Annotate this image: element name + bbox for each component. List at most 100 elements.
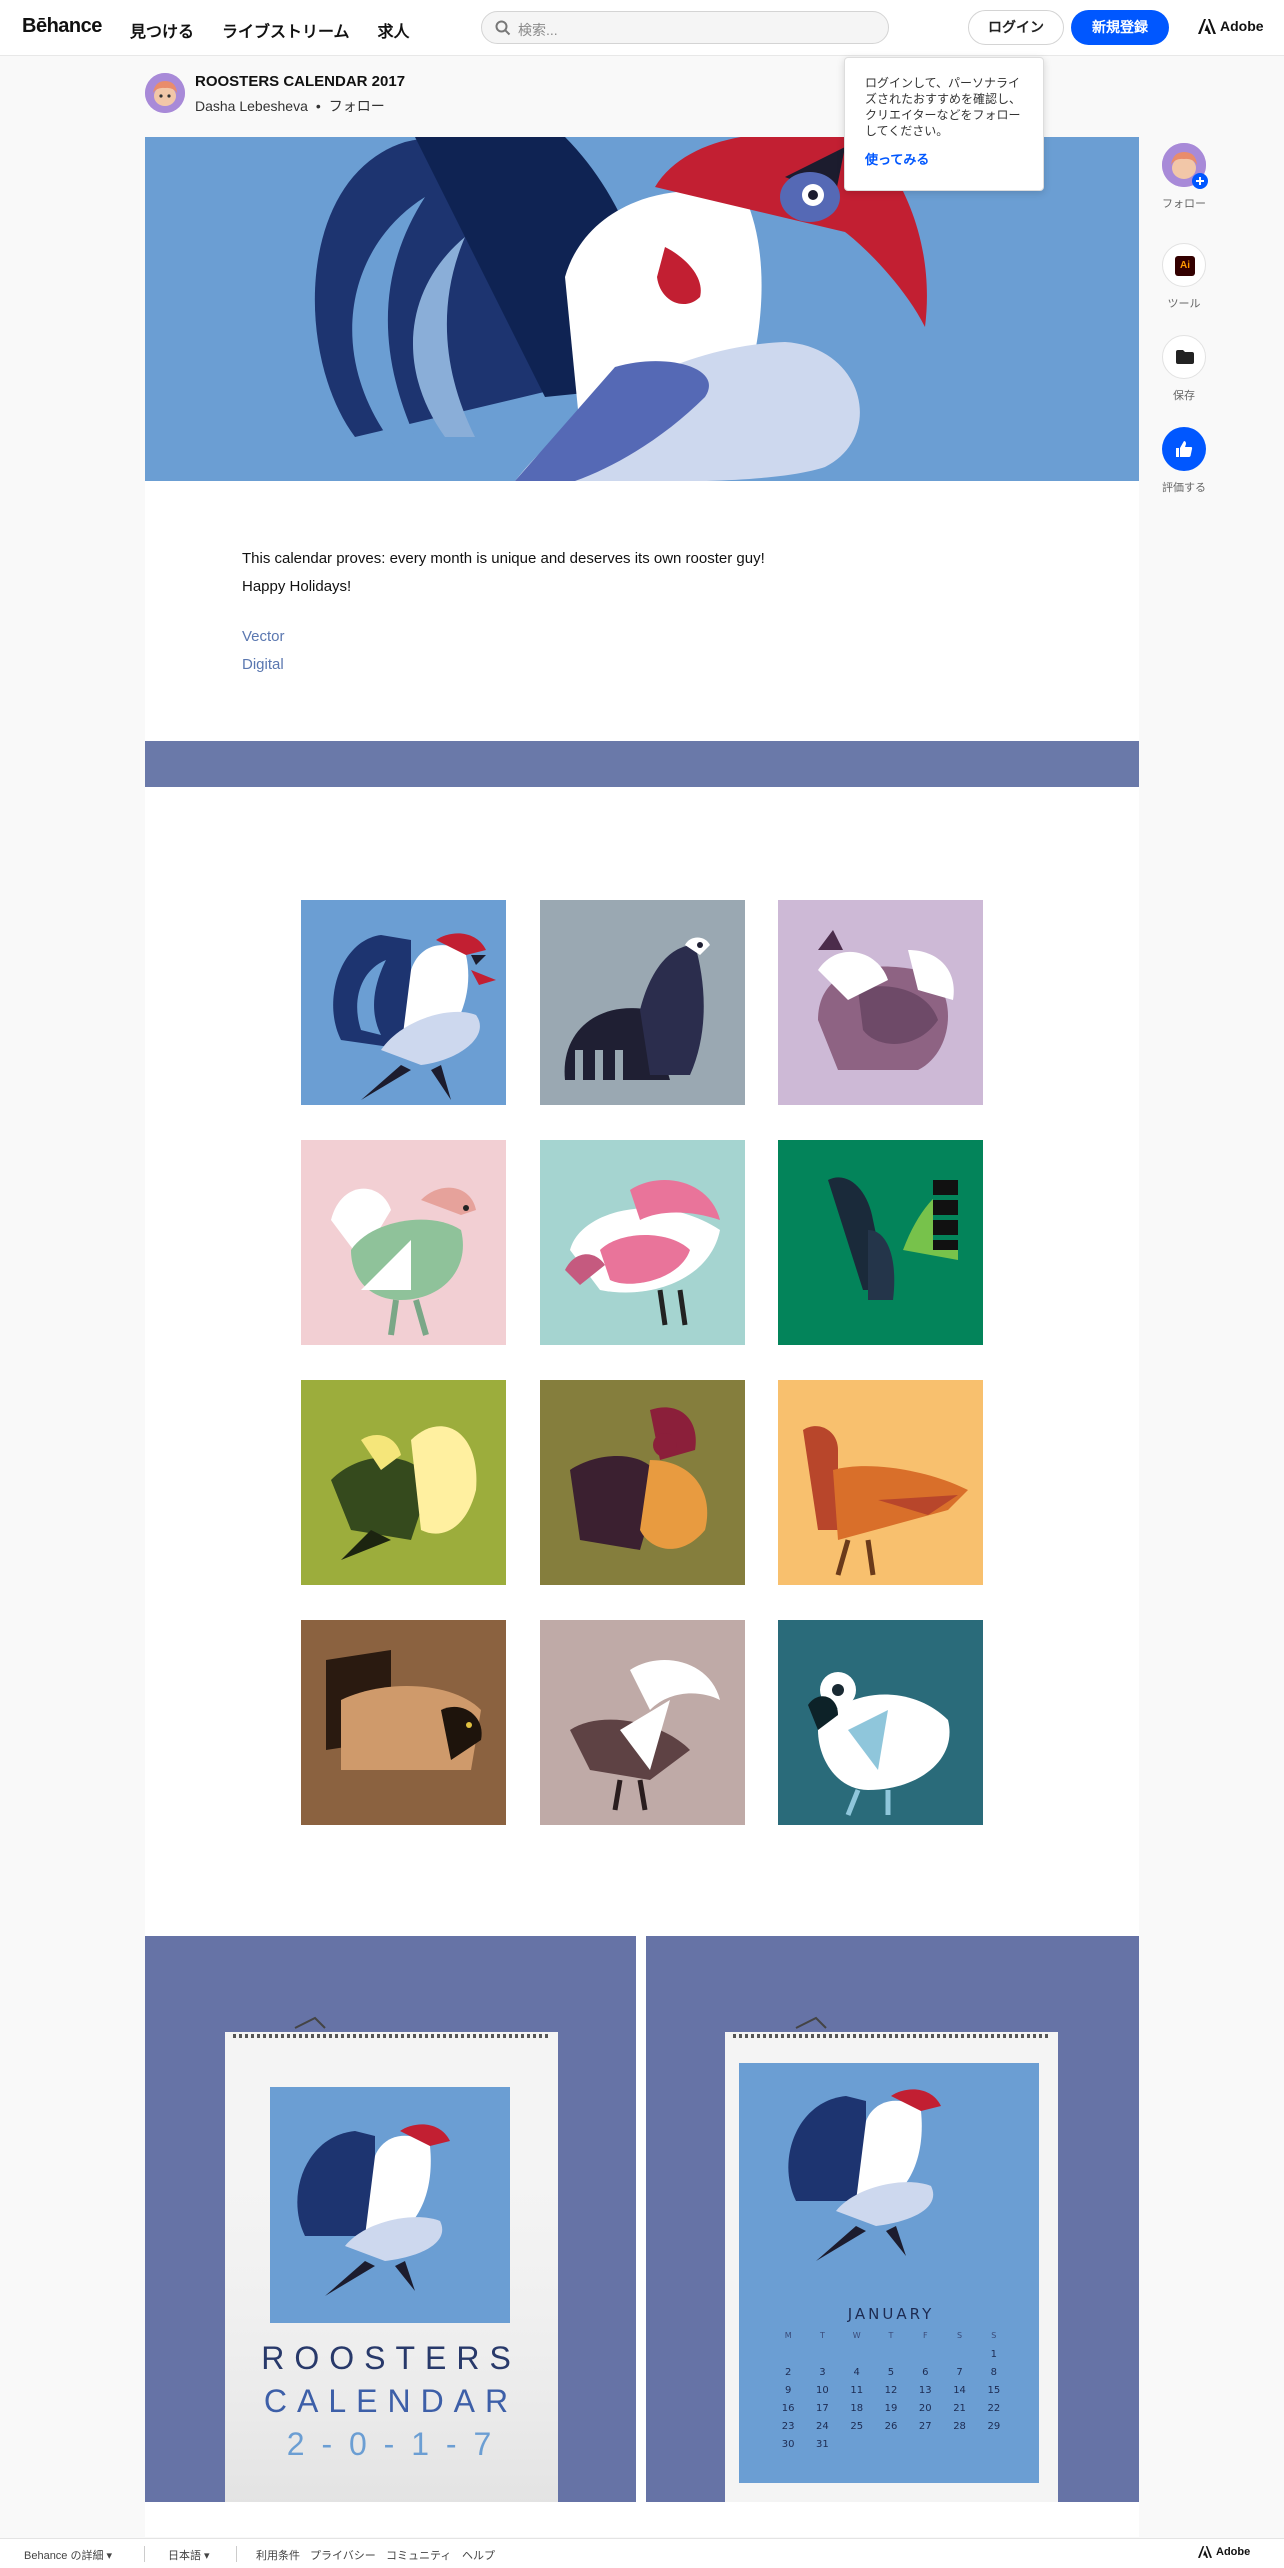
folder-icon — [1176, 350, 1194, 364]
tag-vector[interactable]: Vector — [242, 628, 285, 645]
footer-adobe-label: Adobe — [1216, 2546, 1251, 2558]
login-button[interactable]: ログイン — [968, 10, 1064, 45]
adobe-logo-icon — [1198, 18, 1216, 34]
grid-tile-12[interactable] — [778, 1620, 983, 1825]
calendar-date: 13 — [918, 2385, 932, 2396]
description-line-1: This calendar proves: every month is uni… — [242, 550, 765, 567]
rail-save[interactable]: 保存 — [1160, 335, 1208, 403]
search-placeholder: 検索... — [518, 22, 558, 38]
footer-separator — [144, 2546, 145, 2562]
calendar-weekday: W — [852, 2331, 861, 2340]
calendar-date: 21 — [953, 2403, 966, 2414]
grid-tile-10[interactable] — [301, 1620, 506, 1825]
search-icon — [495, 20, 511, 36]
grid-tile-5[interactable] — [540, 1140, 745, 1345]
rooster-blue-art — [333, 933, 496, 1100]
calendar-date: 25 — [850, 2421, 864, 2432]
rail-tools[interactable]: Ai ツール — [1160, 243, 1208, 311]
calendar-date — [908, 2346, 942, 2364]
rail-save-label: 保存 — [1173, 390, 1195, 402]
top-navigation-bar: Bēhance 見つける ライブストリーム 求人 検索... ログイン 新規登録… — [0, 0, 1284, 56]
calendar-date: 4 — [853, 2367, 860, 2378]
calendar-date: 9 — [784, 2385, 792, 2396]
calendar-weekday: T — [888, 2331, 894, 2340]
calendar-date: 22 — [987, 2403, 1001, 2414]
footer-help[interactable]: ヘルプ — [462, 2547, 495, 2563]
tooltip-text: ログインして、パーソナライズされたおすすめを確認し、クリエイターなどをフォローし… — [865, 76, 1022, 138]
project-description: This calendar proves: every month is uni… — [242, 545, 942, 601]
calendar-date — [977, 2436, 1011, 2454]
author-name[interactable]: Dasha Lebesheva — [195, 98, 308, 114]
adobe-label: Adobe — [1220, 18, 1264, 34]
calendar-date — [942, 2436, 976, 2454]
adobe-logo-icon — [1198, 2546, 1212, 2558]
follow-link[interactable]: フォロー — [329, 98, 385, 114]
project-title: ROOSTERS CALENDAR 2017 — [195, 73, 406, 90]
rail-appreciate[interactable]: 評価する — [1160, 427, 1208, 495]
calendar-date: 26 — [884, 2421, 898, 2432]
footer-terms[interactable]: 利用条件 — [256, 2547, 300, 2563]
footer-privacy[interactable]: プライバシー — [310, 2547, 376, 2563]
grid-tile-2[interactable] — [540, 900, 745, 1105]
calendar-week-row: 2 3 4 5 6 7 8 — [771, 2364, 1011, 2382]
calendar-week-row: 30 31 — [771, 2436, 1011, 2454]
footer-separator — [236, 2546, 237, 2562]
behance-logo[interactable]: Bēhance — [22, 15, 102, 38]
footer-community[interactable]: コミュニティ — [386, 2547, 451, 2563]
footer-adobe[interactable]: Adobe — [1198, 2546, 1250, 2558]
appreciate-button[interactable] — [1162, 427, 1206, 471]
rail-tools-button[interactable]: Ai — [1162, 243, 1206, 287]
illustrator-icon: Ai — [1175, 256, 1195, 276]
grid-tile-4[interactable] — [301, 1140, 506, 1345]
search-input[interactable]: 検索... — [481, 11, 889, 44]
adobe-link[interactable]: Adobe — [1198, 18, 1264, 34]
calendar-date: 11 — [850, 2385, 864, 2396]
tooltip-try-link[interactable]: 使ってみる — [865, 149, 1023, 168]
grid-tile-1[interactable] — [301, 900, 506, 1105]
calendar-date: 30 — [781, 2439, 795, 2450]
calendar-date: 1 — [990, 2349, 998, 2360]
grid-tile-3[interactable] — [778, 900, 983, 1105]
calendar-weekday: M — [784, 2331, 792, 2340]
grid-tile-9[interactable] — [778, 1380, 983, 1585]
calendar-date: 18 — [850, 2403, 864, 2414]
rail-follow-label: フォロー — [1162, 198, 1206, 210]
nav-jobs[interactable]: 求人 — [378, 18, 410, 42]
footer-about-label: Behance の詳細 — [24, 2550, 104, 2562]
calendar-weekday: F — [922, 2331, 928, 2340]
calendar-week-row: 9 10 11 12 13 14 15 — [771, 2382, 1011, 2400]
calendar-date: 28 — [953, 2421, 966, 2432]
calendar-date: 17 — [816, 2403, 829, 2414]
nav-discover[interactable]: 見つける — [130, 18, 194, 42]
grid-tile-7[interactable] — [301, 1380, 506, 1585]
rail-save-button[interactable] — [1162, 335, 1206, 379]
grid-tile-11[interactable] — [540, 1620, 745, 1825]
rail-follow[interactable]: フォロー — [1160, 143, 1208, 211]
calendar-january-mockup[interactable]: JANUARY M T W T F S S 1 2 3 4 5 6 7 8 9 10 11 12 13 14 15 16 17… — [646, 1936, 1139, 2502]
calendar-weekday-row: MTWTFSS — [771, 2331, 1011, 2340]
calendar-cover-mockup[interactable]: ROOSTERS CALENDAR 2 - 0 - 1 - 7 — [145, 1936, 636, 2502]
calendar-weekday: S — [957, 2331, 963, 2340]
nav-livestreams[interactable]: ライブストリーム — [222, 18, 350, 42]
calendar-date — [874, 2346, 908, 2364]
cover-line3-text: 2 - 0 - 1 - 7 — [287, 2426, 496, 2462]
tag-digital[interactable]: Digital — [242, 656, 284, 673]
calendar-date: 12 — [884, 2385, 898, 2396]
rooster-olive-art — [331, 1426, 477, 1560]
owner-avatar[interactable] — [145, 73, 185, 113]
rooster-grey-art — [570, 1660, 720, 1811]
signup-button[interactable]: 新規登録 — [1071, 10, 1169, 45]
calendar-date: 14 — [953, 2385, 966, 2396]
grid-tile-8[interactable] — [540, 1380, 745, 1585]
login-tooltip: ログインして、パーソナライズされたおすすめを確認し、クリエイターなどをフォローし… — [844, 57, 1044, 191]
thumbs-up-icon — [1176, 441, 1193, 457]
grid-tile-6[interactable] — [778, 1140, 983, 1345]
footer-about[interactable]: Behance の詳細 ▾ — [24, 2547, 112, 2563]
rail-avatar[interactable] — [1162, 143, 1208, 189]
calendar-cover-art: ROOSTERS CALENDAR 2 - 0 - 1 - 7 — [145, 1936, 636, 2502]
calendar-date: 8 — [990, 2367, 998, 2378]
rooster-black-art — [564, 937, 710, 1080]
footer-language[interactable]: 日本語 ▾ — [168, 2547, 210, 2563]
description-line-2: Happy Holidays! — [242, 578, 352, 595]
calendar-date: 16 — [781, 2403, 795, 2414]
